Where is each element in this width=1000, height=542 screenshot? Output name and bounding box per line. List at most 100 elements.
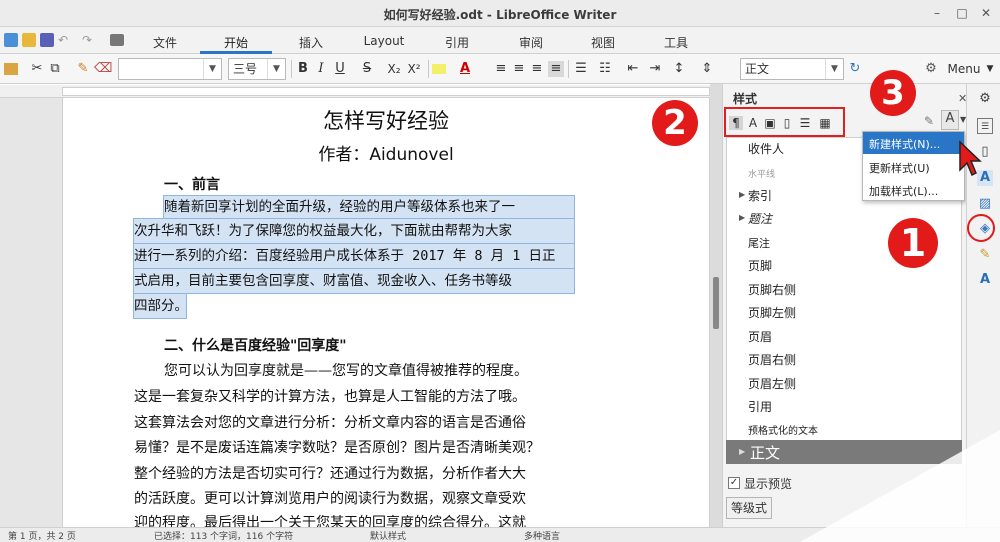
selected-text-line[interactable]: 随着新回享计划的全面升级，经验的用户等级体系也来了一 (163, 195, 575, 219)
tab-view[interactable]: 视图 (588, 34, 618, 51)
style-item[interactable]: 页脚左侧 (748, 304, 796, 321)
show-preview-checkbox[interactable]: ✓ (728, 477, 740, 489)
numbered-list-icon[interactable]: ☷ (598, 61, 612, 77)
clear-formatting-icon[interactable]: ⌫ (94, 61, 112, 77)
style-item[interactable]: 索引 (748, 187, 772, 204)
ruler-track (62, 87, 710, 96)
menu-button[interactable]: Menu (944, 61, 984, 77)
font-color-icon[interactable]: A (458, 61, 472, 77)
frame-styles-icon[interactable]: ▣ (763, 116, 777, 130)
annotation-circle (967, 214, 995, 242)
align-center-icon[interactable]: ≡ (512, 61, 526, 77)
paste-icon[interactable] (4, 63, 18, 75)
bullet-list-icon[interactable]: ☰ (574, 61, 588, 77)
style-item[interactable]: 页脚 (748, 257, 772, 274)
expand-triangle-icon[interactable]: ▶ (739, 213, 745, 222)
italic-button[interactable]: I (314, 61, 328, 77)
cut-icon[interactable]: ✂ (30, 61, 44, 77)
highlight-color-icon[interactable] (432, 64, 446, 74)
word-count: 已选择：113 个字词，116 个字符 (154, 532, 294, 542)
increase-indent-icon[interactable]: ⇥ (648, 61, 662, 77)
maximize-button[interactable]: □ (953, 4, 971, 22)
style-item[interactable]: 收件人 (748, 140, 784, 157)
chevron-down-icon[interactable]: ▼ (267, 59, 285, 79)
align-left-icon[interactable]: ≡ (494, 61, 508, 77)
selected-text-line[interactable]: 进行一系列的介绍：百度经验用户成长体系于 2017 年 8 月 1 日正 (133, 243, 575, 269)
tab-review[interactable]: 审阅 (516, 34, 546, 51)
font-size-combo[interactable]: 三号 ▼ (228, 58, 286, 80)
menu-chevron-icon[interactable]: ▼ (984, 61, 996, 77)
styles-actions-icon[interactable]: A (941, 110, 959, 130)
open-folder-icon[interactable] (22, 33, 36, 47)
manage-changes-icon[interactable]: ✎ (977, 247, 993, 263)
style-item[interactable]: 题注 (748, 210, 772, 227)
chevron-down-icon[interactable]: ▼ (825, 59, 843, 79)
properties-icon[interactable]: ☰ (977, 118, 993, 134)
style-item[interactable]: 页脚右侧 (748, 281, 796, 298)
document-author: 作者：Aidunovel (318, 145, 454, 165)
subscript-button[interactable]: X₂ (384, 61, 404, 77)
body-text-line: 易懂？是不是废话连篇凑字数哒？是否原创？图片是否清晰美观？ (134, 440, 540, 456)
new-document-icon[interactable] (4, 33, 18, 47)
redo-icon[interactable]: ↷ (82, 33, 96, 47)
print-icon[interactable] (110, 34, 124, 46)
selected-text-line[interactable]: 四部分。 (133, 293, 187, 319)
tab-insert[interactable]: 插入 (296, 34, 326, 51)
justify-icon[interactable]: ≡ (548, 61, 564, 77)
paragraph-style-combo[interactable]: 正文 ▼ (740, 58, 844, 80)
close-window-button[interactable]: ✕ (977, 4, 995, 22)
minimize-button[interactable]: – (928, 4, 946, 22)
bold-button[interactable]: B (296, 61, 310, 77)
expand-triangle-icon[interactable]: ▶ (739, 447, 745, 456)
copy-icon[interactable]: ⧉ (48, 61, 62, 77)
annotation-badge-3: 3 (870, 70, 916, 116)
body-text-line: 的活跃度。更可以计算浏览用户的阅读行为数据，观察文章受欢 (134, 491, 526, 507)
tab-layout[interactable]: Layout (362, 34, 406, 48)
splitter-handle[interactable] (713, 277, 719, 329)
style-item[interactable]: 尾注 (748, 235, 770, 251)
chevron-down-icon[interactable]: ▼ (203, 59, 221, 79)
load-styles-menu-item[interactable]: 加载样式(L)... (869, 183, 938, 199)
table-styles-icon[interactable]: ▦ (818, 116, 832, 130)
underline-button[interactable]: U (333, 61, 347, 77)
line-spacing-icon[interactable]: ↕ (672, 61, 686, 77)
style-item[interactable]: 页眉 (748, 328, 772, 345)
style-item[interactable]: 页眉右侧 (748, 351, 796, 368)
annotation-badge-2: 2 (652, 100, 698, 146)
save-icon[interactable] (40, 33, 54, 47)
character-styles-icon[interactable]: A (746, 116, 760, 130)
font-name-combo[interactable]: ▼ (118, 58, 222, 80)
page-styles-icon[interactable]: ▯ (780, 116, 794, 130)
find-replace-icon[interactable]: ⚙ (924, 61, 938, 77)
tab-references[interactable]: 引用 (442, 34, 472, 51)
tab-file[interactable]: 文件 (150, 34, 180, 51)
update-style-icon[interactable]: ↻ (848, 61, 862, 77)
selected-text-line[interactable]: 次升华和飞跃！为了保障您的权益最大化，下面就由帮帮为大家 (133, 218, 575, 244)
style-category-toolbar: ¶ A ▣ ▯ ☰ ▦ (724, 107, 845, 137)
fill-format-icon[interactable]: ✎ (924, 114, 938, 128)
selected-text-line[interactable]: 式启用，目前主要包含回享度、财富值、现金收入、任务书等级 (133, 268, 575, 294)
tab-tools[interactable]: 工具 (661, 34, 691, 51)
superscript-button[interactable]: X² (404, 61, 424, 77)
update-style-menu-item[interactable]: 更新样式(U) (869, 160, 930, 176)
tab-home[interactable]: 开始 (220, 34, 252, 51)
undo-icon[interactable]: ↶ (58, 33, 72, 47)
paragraph-styles-icon[interactable]: ¶ (729, 116, 743, 130)
style-inspector-icon[interactable]: A (977, 272, 993, 288)
expand-triangle-icon[interactable]: ▶ (739, 190, 745, 199)
decrease-indent-icon[interactable]: ⇤ (626, 61, 640, 77)
style-item[interactable]: 水平线 (748, 167, 775, 180)
list-styles-icon[interactable]: ☰ (798, 116, 812, 130)
page-count: 第 1 页，共 2 页 (8, 532, 76, 542)
style-item[interactable]: 引用 (748, 398, 772, 415)
clone-formatting-icon[interactable]: ✎ (76, 61, 90, 77)
style-item[interactable]: 页眉左侧 (748, 375, 796, 392)
horizontal-ruler[interactable] (0, 85, 718, 98)
gallery-icon[interactable]: ▨ (977, 196, 993, 212)
new-style-menu-item[interactable]: 新建样式(N)... (869, 136, 940, 152)
strikethrough-button[interactable]: S (360, 61, 374, 77)
sidebar-settings-icon[interactable]: ⚙ (977, 91, 993, 107)
paragraph-spacing-icon[interactable]: ⇕ (700, 61, 714, 77)
hierarchical-button[interactable]: 等级式 (726, 497, 772, 519)
align-right-icon[interactable]: ≡ (530, 61, 544, 77)
